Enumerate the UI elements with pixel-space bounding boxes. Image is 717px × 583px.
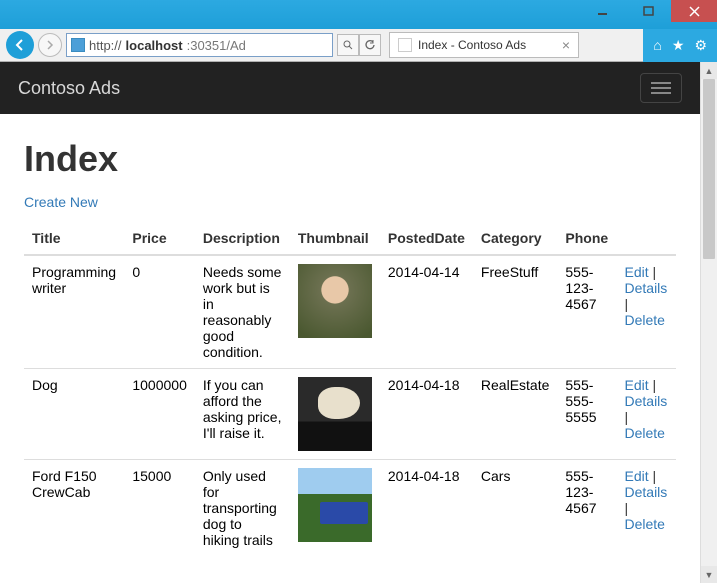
forward-button[interactable] — [38, 33, 62, 57]
cell-posteddate: 2014-04-14 — [380, 255, 473, 369]
column-header: Description — [195, 222, 290, 255]
cell-category: Cars — [473, 460, 557, 557]
column-header: Category — [473, 222, 557, 255]
refresh-button[interactable] — [359, 34, 381, 56]
address-bar[interactable]: http:// localhost :30351/Ad — [66, 33, 333, 57]
page-icon — [71, 38, 85, 52]
page-content: Contoso Ads Index Create New TitlePriceD… — [0, 62, 700, 583]
cell-thumbnail — [290, 460, 380, 557]
cell-phone: 555-555-5555 — [557, 369, 616, 460]
cell-title: Ford F150 CrewCab — [24, 460, 124, 557]
browser-tools: ⌂ ★ ⚙ — [643, 29, 717, 62]
cell-posteddate: 2014-04-18 — [380, 460, 473, 557]
cell-title: Dog — [24, 369, 124, 460]
cell-description: If you can afford the asking price, I'll… — [195, 369, 290, 460]
cell-title: Programming writer — [24, 255, 124, 369]
ads-table: TitlePriceDescriptionThumbnailPostedDate… — [24, 222, 676, 556]
edit-link[interactable]: Edit — [625, 377, 649, 393]
cell-thumbnail — [290, 255, 380, 369]
cell-actions: Edit | Details | Delete — [617, 460, 677, 557]
table-row: Ford F150 CrewCab15000Only used for tran… — [24, 460, 676, 557]
app-navbar: Contoso Ads — [0, 62, 700, 114]
back-button[interactable] — [6, 31, 34, 59]
column-header: Price — [124, 222, 195, 255]
edit-link[interactable]: Edit — [625, 264, 649, 280]
cell-category: RealEstate — [473, 369, 557, 460]
maximize-button[interactable] — [625, 0, 671, 22]
table-row: Programming writer0Needs some work but i… — [24, 255, 676, 369]
cell-description: Needs some work but is in reasonably goo… — [195, 255, 290, 369]
vertical-scrollbar[interactable]: ▲ ▼ — [700, 62, 717, 583]
scroll-thumb[interactable] — [703, 79, 715, 259]
close-button[interactable] — [671, 0, 717, 22]
column-header: Phone — [557, 222, 616, 255]
delete-link[interactable]: Delete — [625, 516, 665, 532]
details-link[interactable]: Details — [625, 280, 668, 296]
column-header: PostedDate — [380, 222, 473, 255]
delete-link[interactable]: Delete — [625, 312, 665, 328]
cell-posteddate: 2014-04-18 — [380, 369, 473, 460]
tab-title: Index - Contoso Ads — [418, 38, 526, 52]
table-row: Dog1000000If you can afford the asking p… — [24, 369, 676, 460]
tab-favicon — [398, 38, 412, 52]
delete-link[interactable]: Delete — [625, 425, 665, 441]
scroll-up-arrow[interactable]: ▲ — [701, 62, 717, 79]
minimize-button[interactable] — [579, 0, 625, 22]
column-header: Title — [24, 222, 124, 255]
url-host: localhost — [126, 38, 183, 53]
scroll-down-arrow[interactable]: ▼ — [701, 566, 717, 583]
thumbnail-image[interactable] — [298, 377, 372, 451]
details-link[interactable]: Details — [625, 393, 668, 409]
page-title: Index — [24, 138, 676, 180]
cell-thumbnail — [290, 369, 380, 460]
search-dropdown-button[interactable] — [337, 34, 359, 56]
cell-actions: Edit | Details | Delete — [617, 255, 677, 369]
cell-price: 0 — [124, 255, 195, 369]
favorites-icon[interactable]: ★ — [672, 37, 685, 54]
edit-link[interactable]: Edit — [625, 468, 649, 484]
column-header-actions — [617, 222, 677, 255]
cell-price: 1000000 — [124, 369, 195, 460]
cell-phone: 555-123-4567 — [557, 460, 616, 557]
hamburger-icon[interactable] — [640, 73, 682, 103]
tab-close-button[interactable]: × — [562, 37, 570, 53]
settings-icon[interactable]: ⚙ — [694, 37, 707, 54]
thumbnail-image[interactable] — [298, 468, 372, 542]
browser-tab[interactable]: Index - Contoso Ads × — [389, 32, 579, 58]
window-titlebar — [0, 0, 717, 29]
details-link[interactable]: Details — [625, 484, 668, 500]
column-header: Thumbnail — [290, 222, 380, 255]
cell-price: 15000 — [124, 460, 195, 557]
url-rest: :30351/Ad — [187, 38, 246, 53]
cell-category: FreeStuff — [473, 255, 557, 369]
cell-phone: 555-123-4567 — [557, 255, 616, 369]
thumbnail-image[interactable] — [298, 264, 372, 338]
cell-actions: Edit | Details | Delete — [617, 369, 677, 460]
url-prefix: http:// — [89, 38, 122, 53]
cell-description: Only used for transporting dog to hiking… — [195, 460, 290, 557]
browser-toolbar: http:// localhost :30351/Ad Index - Contos… — [0, 29, 717, 62]
navbar-brand[interactable]: Contoso Ads — [18, 78, 120, 99]
home-icon[interactable]: ⌂ — [653, 37, 661, 53]
create-new-link[interactable]: Create New — [24, 194, 98, 210]
